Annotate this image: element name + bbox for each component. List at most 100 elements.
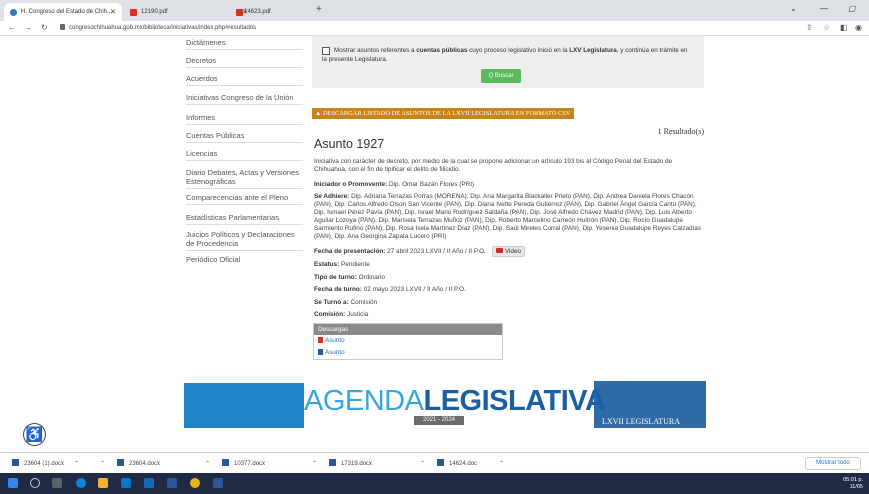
video-button[interactable]: Video	[491, 246, 526, 257]
filter-text: Mostrar asuntos referentes a	[334, 47, 417, 54]
agenda-legislativa-banner[interactable]: AGENDALEGISLATIVA 2021 - 2024 LXVII LEGI…	[184, 378, 706, 428]
system-clock[interactable]: 05:01 p. 11/05	[843, 477, 863, 490]
profile-icon[interactable]: ◉	[855, 23, 862, 32]
task-view-icon[interactable]	[52, 478, 62, 488]
tipo-turno-line: Tipo de turno: Ordinario	[314, 274, 706, 282]
search-button[interactable]: Q Buscar	[481, 69, 521, 83]
comision-value: Justicia	[347, 311, 369, 318]
tab-strip: H. Congreso del Estado de Chih... ✕ 1219…	[0, 0, 869, 21]
chevron-up-icon[interactable]: ⌃	[205, 461, 210, 467]
sidebar-item-dictamenes[interactable]: Dictámenes	[186, 36, 303, 50]
comision-label: Comisión:	[314, 311, 346, 318]
download-asunto-word[interactable]: Asunto	[314, 347, 502, 359]
tab-label: 12190.pdf	[141, 9, 168, 15]
video-label: Video	[504, 248, 522, 255]
se-turno-value: Comisión	[350, 299, 378, 306]
start-windows-icon[interactable]	[8, 478, 18, 488]
minimize-button[interactable]: —	[820, 4, 828, 13]
share-icon[interactable]: ⇪	[806, 23, 813, 32]
chevron-up-icon[interactable]: ⌃	[312, 461, 317, 467]
tipo-turno-label: Tipo de turno:	[314, 274, 357, 281]
sidebar-item-decretos[interactable]: Decretos	[186, 54, 303, 68]
sidebar-item-estadisticas[interactable]: Estadísticas Parlamentarias	[186, 211, 303, 225]
show-all-downloads-button[interactable]: Mostrar todo	[805, 457, 861, 470]
sidebar-item-juicios-politicos[interactable]: Juicios Políticos y Declaraciones de Pro…	[186, 228, 303, 251]
estatus-line: Estatus: Pendiente	[314, 261, 706, 269]
sidebar-panel-icon[interactable]: ◧	[840, 23, 848, 32]
youtube-icon	[495, 248, 503, 253]
windows-taskbar: 05:01 p. 11/05	[0, 473, 869, 494]
downloads-box: Descargas Asunto Asunto	[313, 323, 503, 360]
sidebar-item-informes[interactable]: Informes	[186, 111, 303, 125]
filter-label: Mostrar asuntos referentes a cuentas púb…	[322, 46, 692, 64]
sidebar-item-iniciativas-congreso[interactable]: Iniciativas Congreso de la Unión	[186, 91, 303, 105]
filter-text: cuyo proceso legislativo inició en la	[467, 47, 570, 54]
adhiere-line: Se Adhiere: Dip. Adriana Terrazas Porras…	[314, 193, 706, 241]
forward-arrow-icon[interactable]: →	[24, 23, 32, 32]
estatus-label: Estatus:	[314, 261, 340, 268]
csv-button-label: DESCARGAR LISTADO DE ASUNTOS DE LA LXVII…	[322, 110, 571, 117]
pdf-favicon-icon	[130, 8, 137, 16]
fecha-turno-label: Fecha de turno:	[314, 286, 362, 293]
se-turno-label: Se Turnó a:	[314, 299, 349, 306]
pdf-favicon-icon	[236, 8, 243, 16]
download-item[interactable]: ⌃ 14624.doc ⌃	[420, 459, 504, 467]
fecha-turno-line: Fecha de turno: 02 mayo 2023 LXVII / II …	[314, 286, 706, 294]
asunto-description: Iniciativa con carácter de decreto, por …	[314, 158, 673, 173]
filter-text-bold: cuentas públicas	[416, 47, 468, 54]
url-field[interactable]: congresochihuahua.gob.mx/biblioteca/inic…	[60, 24, 256, 31]
clock-date: 11/05	[849, 483, 863, 490]
lock-icon	[60, 24, 65, 30]
mail-icon[interactable]	[144, 478, 154, 488]
sidebar-item-acuerdos[interactable]: Acuerdos	[186, 72, 303, 86]
download-item[interactable]: ⌃ 17319.docx	[312, 459, 372, 467]
chrome-icon[interactable]	[190, 478, 200, 488]
adhiere-label: Se Adhiere:	[314, 193, 350, 200]
sidebar-item-cuentas-publicas[interactable]: Cuentas Públicas	[186, 129, 303, 143]
chevron-up-icon[interactable]: ⌃	[74, 461, 79, 467]
download-filename: 23604 (1).docx	[24, 461, 65, 467]
word-icon	[318, 349, 323, 355]
banner-legislatura: LXVII LEGISLATURA	[602, 417, 680, 426]
download-csv-button[interactable]: ▲ DESCARGAR LISTADO DE ASUNTOS DE LA LXV…	[312, 108, 574, 119]
sidebar-item-comparecencias[interactable]: Comparecencias ante el Pleno	[186, 191, 303, 205]
word-app-icon-2[interactable]	[213, 478, 223, 488]
browser-tab-pdf-14623-label[interactable]: 14623.pdf ✕	[244, 3, 304, 21]
restore-button[interactable]: ▢	[848, 4, 856, 13]
store-icon[interactable]	[121, 478, 131, 488]
download-item[interactable]: ⌃ 10377.docx	[205, 459, 265, 467]
download-asunto-pdf[interactable]: Asunto	[314, 335, 502, 347]
sidebar-item-diario-debates[interactable]: Diario Debates, Actas y Versiones Esteno…	[186, 166, 303, 189]
browser-tab-congreso[interactable]: H. Congreso del Estado de Chih... ✕	[4, 3, 122, 21]
promovente-line: Iniciador o Promovente: Dip. Omar Bazán …	[314, 181, 706, 189]
sidebar-item-licencias[interactable]: Licencias	[186, 147, 303, 161]
word-app-icon[interactable]	[167, 478, 177, 488]
estatus-value: Pendiente	[341, 261, 370, 268]
new-tab-button[interactable]: +	[316, 4, 322, 15]
download-item[interactable]: 23604 (1).docx ⌃	[12, 459, 79, 467]
fecha-presentacion-line: Fecha de presentación: 27 abril 2023 LXV…	[314, 246, 706, 257]
chevron-up-icon[interactable]: ⌃	[420, 461, 425, 467]
download-filename: 17319.docx	[341, 461, 373, 467]
accessibility-icon[interactable]: ♿	[23, 423, 46, 446]
asunto-title: Asunto 1927	[314, 137, 385, 151]
tab-search-chevron-icon[interactable]: ⌄	[790, 4, 797, 13]
download-filename: 10377.docx	[234, 461, 266, 467]
edge-browser-icon[interactable]	[76, 478, 86, 488]
fecha-turno-value: 02 mayo 2023 LXVII / II Año / II P.O.	[363, 286, 466, 293]
bookmark-star-icon[interactable]: ☆	[823, 23, 830, 32]
url-text: congresochihuahua.gob.mx/biblioteca/inic…	[69, 25, 257, 31]
back-arrow-icon[interactable]: ←	[8, 23, 16, 32]
word-doc-icon	[329, 459, 337, 466]
reload-icon[interactable]: ↻	[41, 23, 48, 32]
sidebar-item-periodico-oficial[interactable]: Periódico Oficial	[186, 253, 303, 266]
chevron-up-icon[interactable]: ⌃	[499, 461, 504, 467]
search-icon[interactable]	[30, 478, 40, 488]
close-tab-icon[interactable]: ✕	[110, 8, 116, 16]
file-explorer-icon[interactable]	[98, 478, 108, 488]
filter-text-bold: LXV Legislatura	[569, 47, 617, 54]
download-bar: 23604 (1).docx ⌃ ⌃ 23604.docx ⌃ 10377.docx …	[0, 452, 869, 473]
chevron-up-icon[interactable]: ⌃	[100, 461, 105, 467]
download-label: Asunto	[325, 349, 345, 356]
download-item[interactable]: ⌃ 23604.docx	[100, 459, 160, 467]
